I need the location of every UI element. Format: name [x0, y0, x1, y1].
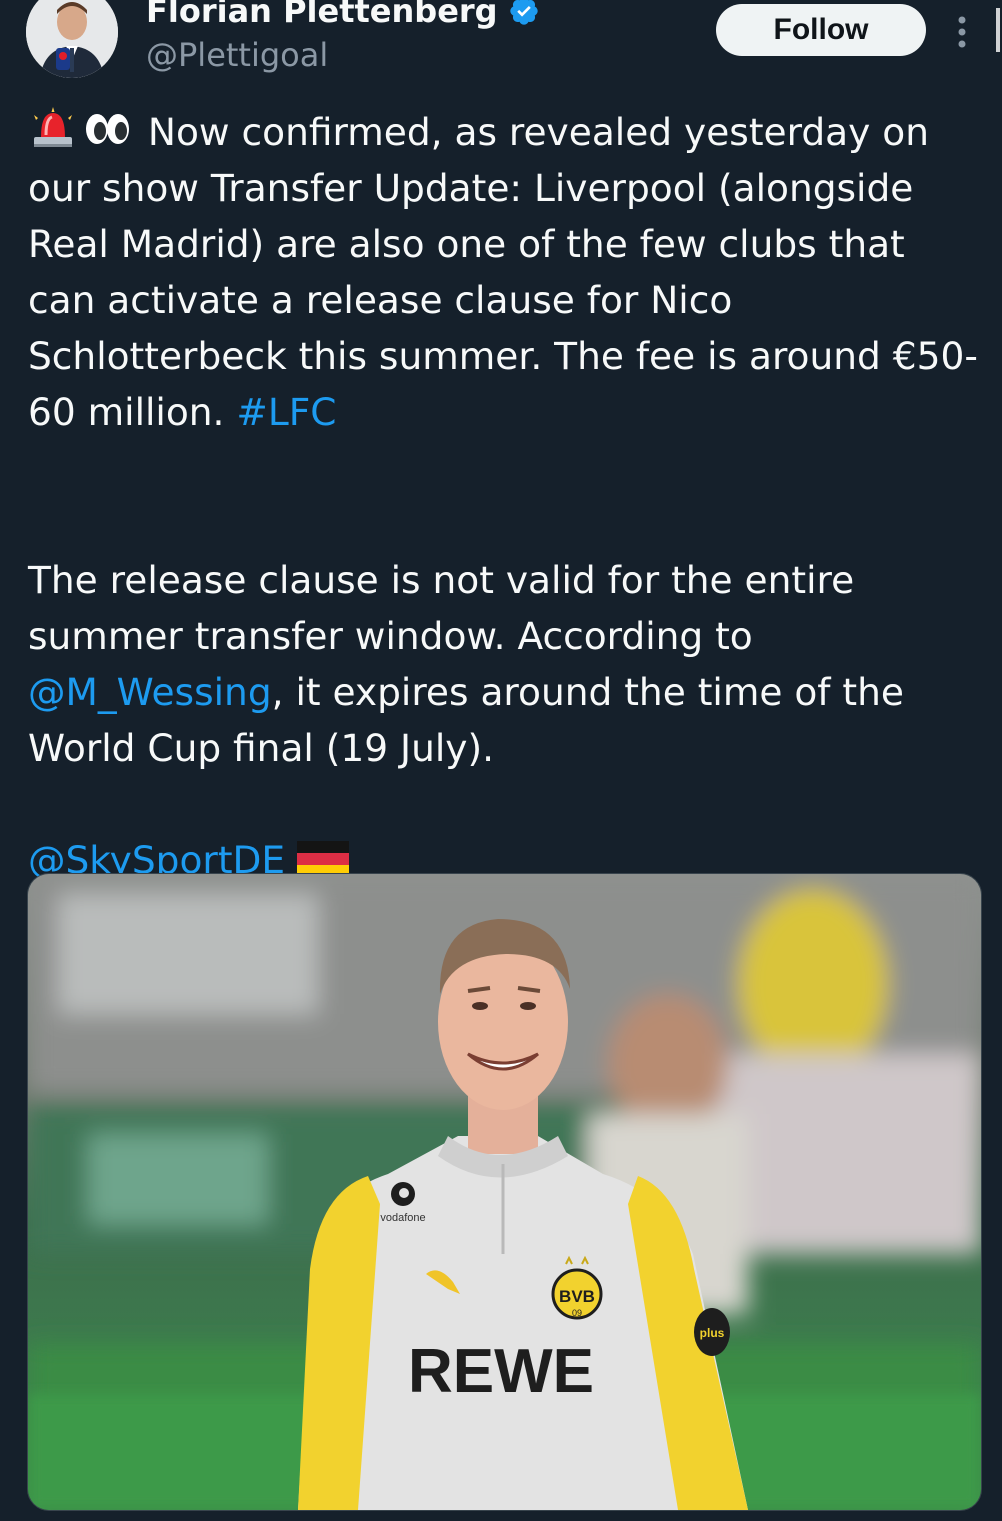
bvb-badge-text: BVB	[559, 1287, 595, 1306]
player-photo: vodafone BVB 09 REWE plus	[28, 874, 981, 1510]
germany-flag-icon	[297, 841, 350, 877]
sleeve-patch-text: plus	[700, 1326, 725, 1340]
eyes-emoji-icon	[86, 114, 129, 144]
tweet-media-image[interactable]: vodafone BVB 09 REWE plus	[27, 873, 982, 1511]
tweet-text: Now confirmed, as revealed yesterday on …	[28, 104, 978, 888]
author-name[interactable]: Florian Plettenberg	[146, 0, 498, 30]
more-options-icon[interactable]	[950, 12, 974, 52]
avatar[interactable]	[26, 0, 118, 78]
verified-badge-icon	[509, 0, 538, 25]
paragraph-1-text: Now confirmed, as revealed yesterday on …	[28, 110, 978, 434]
mention-link-wessing[interactable]: @M_Wessing	[28, 670, 272, 714]
profile-photo-icon	[26, 0, 118, 78]
rotating-light-emoji-icon	[34, 107, 72, 147]
follow-button[interactable]: Follow	[716, 4, 926, 56]
bvb-badge-year: 09	[572, 1308, 582, 1318]
tweet-paragraph-1: Now confirmed, as revealed yesterday on …	[28, 104, 978, 440]
rewe-text: REWE	[408, 1337, 594, 1406]
edge-divider	[996, 8, 1000, 52]
paragraph-2-before: The release clause is not valid for the …	[28, 558, 855, 658]
tweet-paragraph-2: The release clause is not valid for the …	[28, 552, 978, 776]
author-handle[interactable]: @Plettigoal	[146, 36, 328, 74]
author-name-row[interactable]: Florian Plettenberg	[146, 0, 540, 30]
hashtag-link[interactable]: #LFC	[236, 390, 336, 434]
vodafone-text: vodafone	[380, 1212, 425, 1224]
